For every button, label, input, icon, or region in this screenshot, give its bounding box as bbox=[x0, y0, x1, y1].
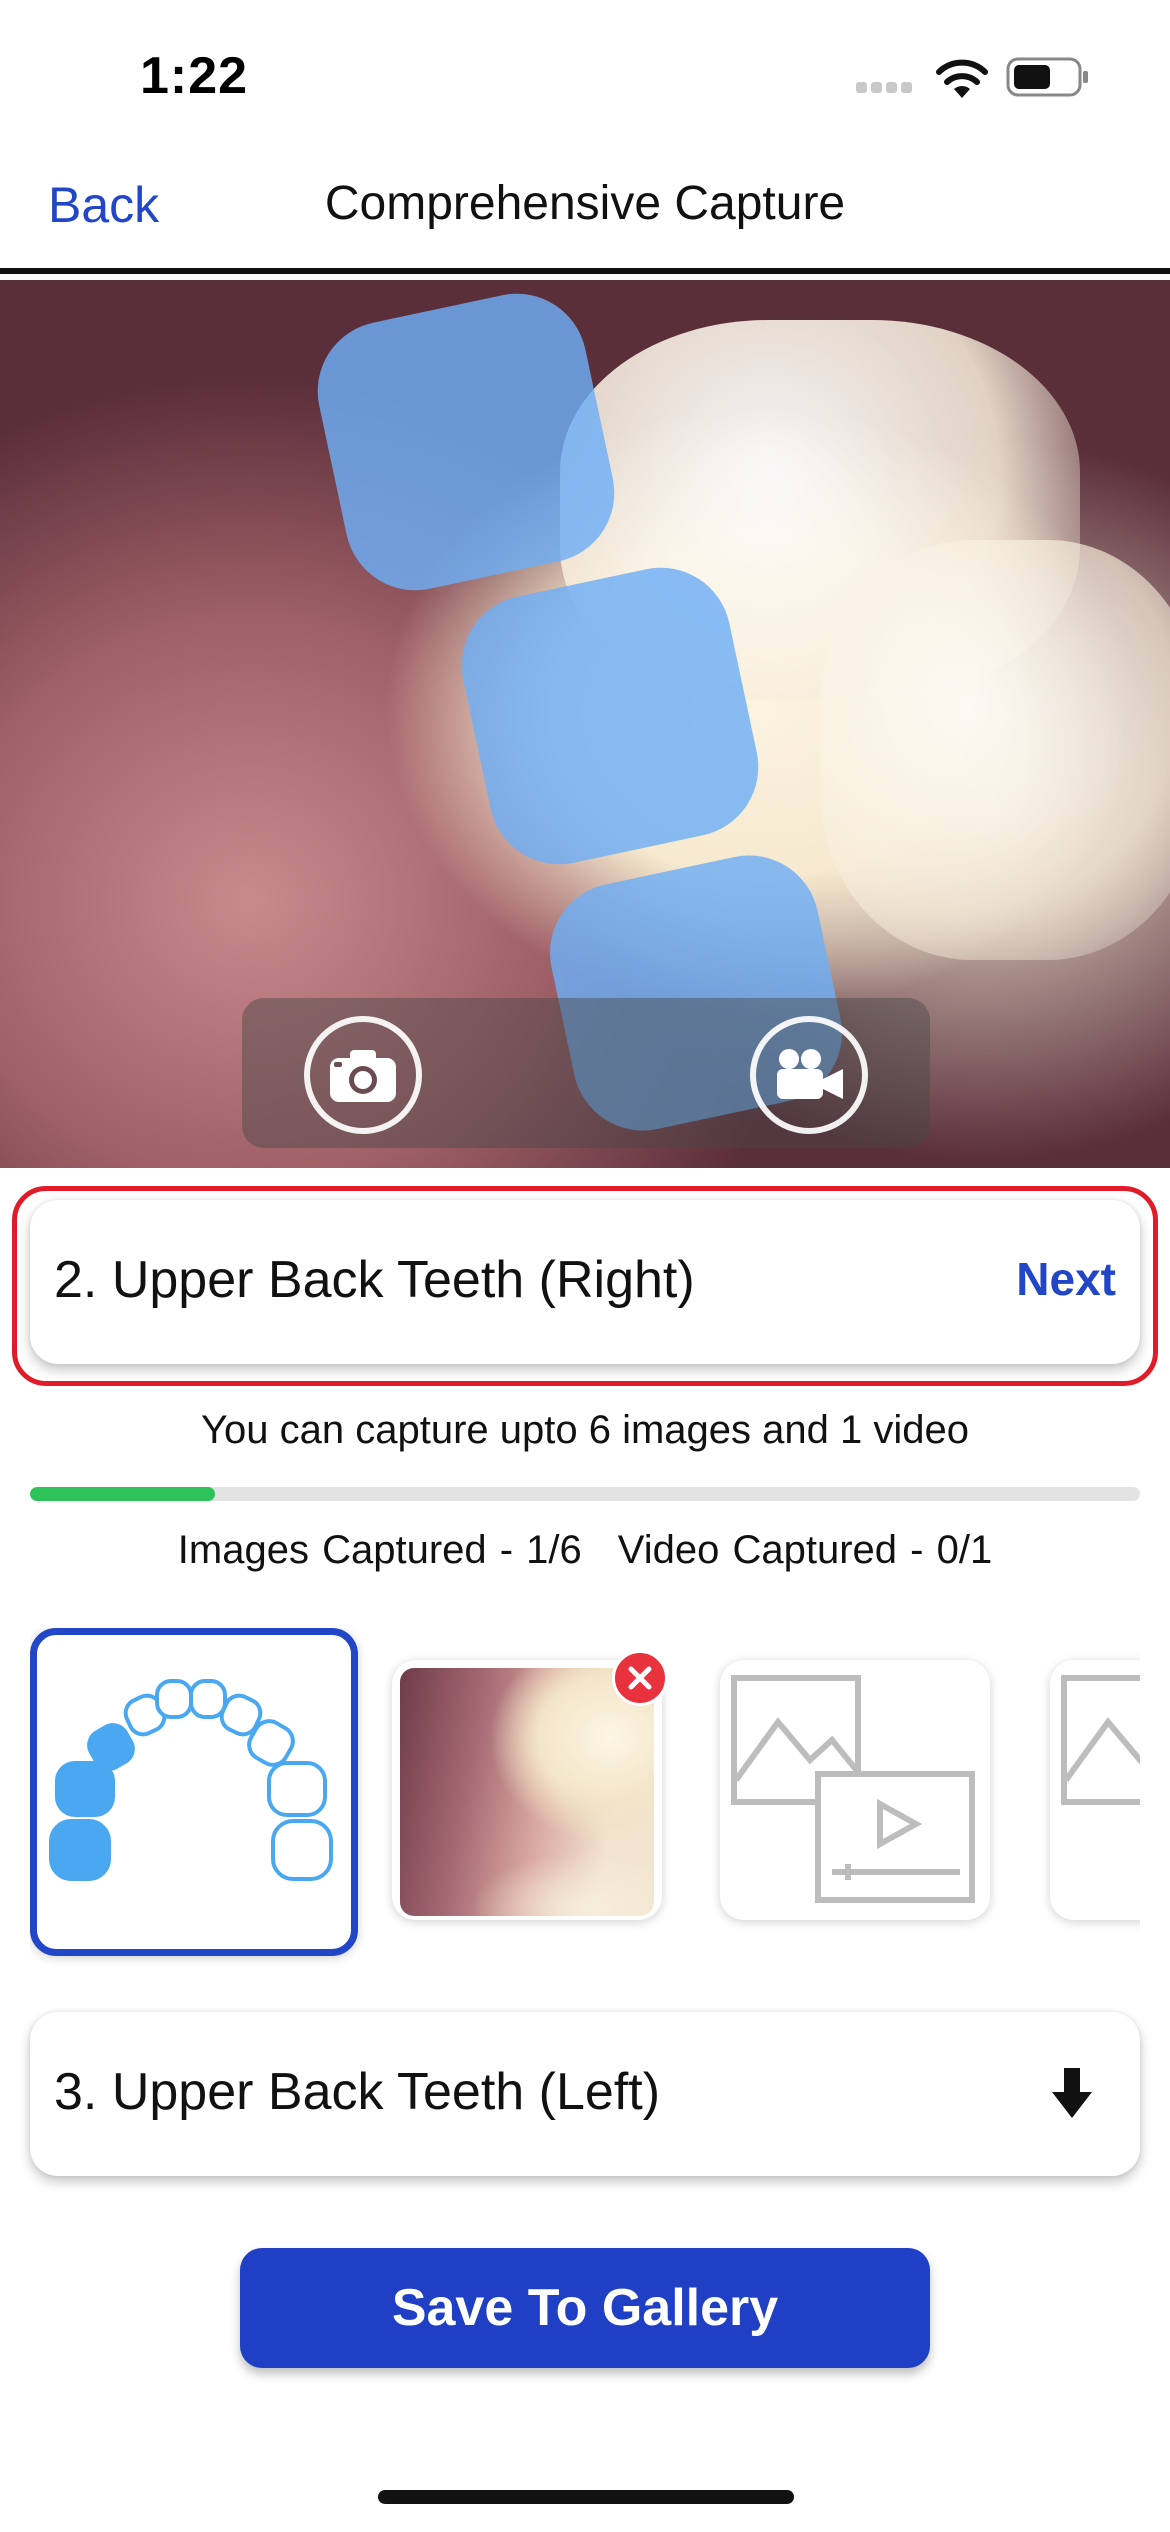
signal-icon bbox=[856, 82, 914, 96]
tooth-chart-thumbnail[interactable] bbox=[30, 1628, 358, 1956]
image-placeholder-icon bbox=[1061, 1675, 1140, 1805]
images-captured-count: Images Captured - 1/6 bbox=[177, 1528, 582, 1572]
capture-progress-bar bbox=[30, 1487, 1140, 1501]
photo-capture-button[interactable] bbox=[304, 1016, 422, 1134]
next-button[interactable]: Next bbox=[1016, 1252, 1116, 1306]
tooth-highlight bbox=[820, 540, 1170, 960]
delete-photo-button[interactable] bbox=[612, 1650, 668, 1706]
captured-photo bbox=[400, 1668, 654, 1916]
status-bar: 1:22 bbox=[0, 0, 1170, 150]
battery-icon bbox=[1006, 57, 1088, 97]
app-screen: 1:22 Comprehensive Capture Back 2. Upper… bbox=[0, 0, 1170, 2532]
thumbnail-strip[interactable] bbox=[30, 1628, 1140, 1968]
navigation-bar: Comprehensive Capture Back bbox=[0, 150, 1170, 274]
video-captured-count: Video Captured - 0/1 bbox=[617, 1528, 993, 1572]
current-section-card: 2. Upper Back Teeth (Right) Next bbox=[30, 1200, 1140, 1364]
status-time: 1:22 bbox=[140, 47, 249, 105]
back-button[interactable]: Back bbox=[48, 176, 159, 234]
close-icon bbox=[628, 1666, 652, 1690]
capture-limit-note: You can capture upto 6 images and 1 vide… bbox=[201, 1408, 969, 1452]
home-indicator bbox=[378, 2490, 794, 2504]
page-title: Comprehensive Capture bbox=[324, 177, 846, 230]
section-title: 3. Upper Back Teeth (Left) bbox=[54, 2063, 661, 2121]
capture-progress-fill bbox=[30, 1487, 216, 1501]
upper-arch-icon bbox=[49, 1679, 333, 1881]
section-title: 2. Upper Back Teeth (Right) bbox=[54, 1251, 695, 1309]
capture-counts: Images Captured - 1/6 Video Captured - 0/… bbox=[0, 1528, 1170, 1573]
video-camera-icon bbox=[777, 1049, 843, 1099]
camera-preview[interactable] bbox=[0, 280, 1170, 1168]
empty-capture-slot[interactable] bbox=[720, 1660, 990, 1920]
arrow-down-icon bbox=[1052, 2068, 1092, 2118]
camera-icon bbox=[330, 1050, 396, 1102]
save-to-gallery-button[interactable]: Save To Gallery bbox=[240, 2248, 930, 2368]
wifi-icon bbox=[936, 59, 988, 98]
video-capture-button[interactable] bbox=[750, 1016, 868, 1134]
empty-capture-slot[interactable] bbox=[1050, 1660, 1140, 1920]
next-section-card[interactable]: 3. Upper Back Teeth (Left) bbox=[30, 2012, 1140, 2176]
image-video-placeholder-icon bbox=[731, 1675, 975, 1903]
